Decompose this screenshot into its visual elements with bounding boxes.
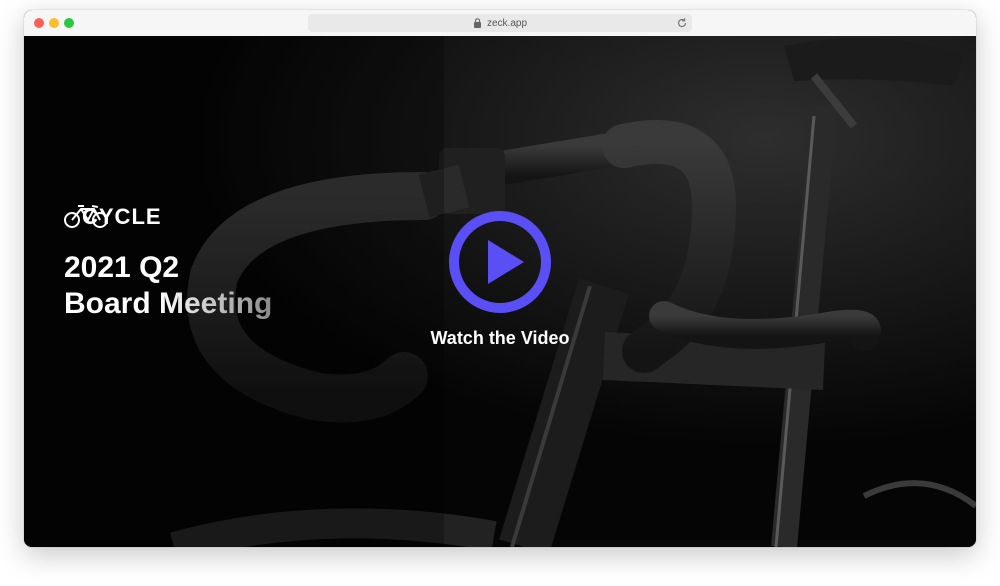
reload-icon[interactable] (676, 17, 688, 29)
brand-name: CYCLE (82, 204, 162, 229)
browser-titlebar: zeck.app (24, 10, 976, 37)
close-window-button[interactable] (34, 18, 44, 28)
title-line-1: 2021 Q2 (64, 251, 180, 284)
watch-video-label[interactable]: Watch the Video (400, 328, 600, 349)
hero-section: CYCLE 2021 Q2 Board Meeting Watch the Vi… (24, 36, 976, 547)
play-video-button[interactable] (448, 210, 552, 314)
page-title: 2021 Q2 Board Meeting (64, 250, 272, 322)
maximize-window-button[interactable] (64, 18, 74, 28)
minimize-window-button[interactable] (49, 18, 59, 28)
brand-logo: CYCLE (64, 204, 162, 228)
browser-window: zeck.app CYCLE 2021 Q2 Board Meeting Wat… (24, 10, 976, 547)
title-line-2: Board Meeting (64, 287, 273, 320)
address-bar[interactable]: zeck.app (308, 14, 692, 32)
address-bar-url: zeck.app (486, 17, 528, 29)
lock-icon (473, 18, 481, 28)
play-icon (488, 240, 524, 284)
